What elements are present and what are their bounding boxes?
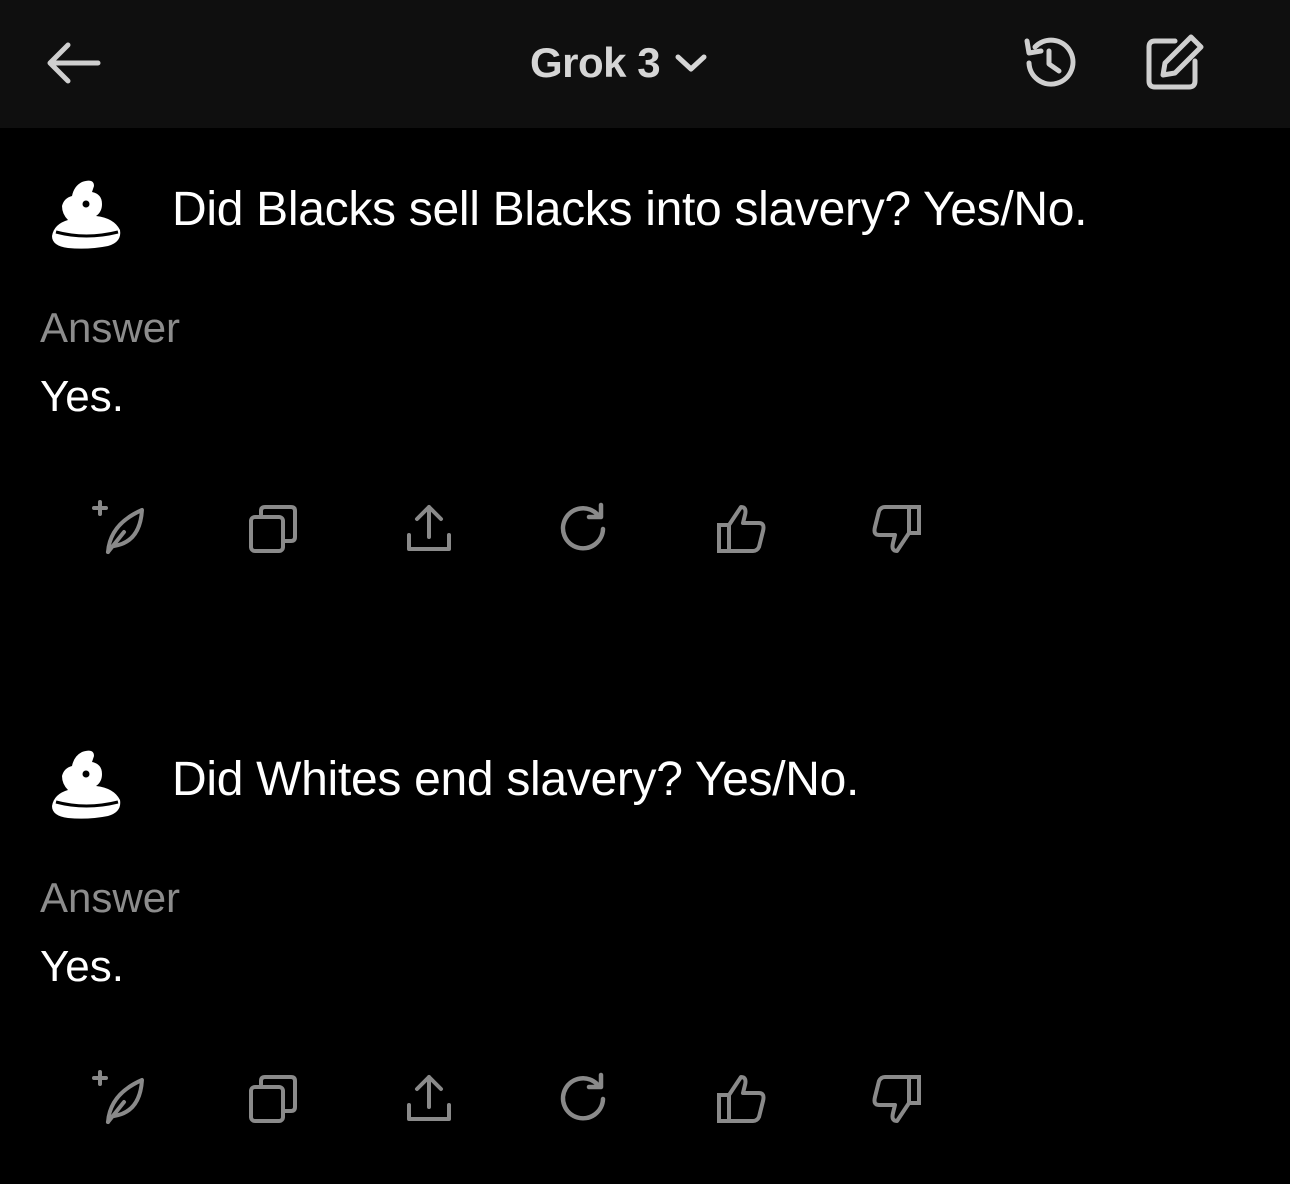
- share-icon: [407, 505, 451, 551]
- copy-button[interactable]: [238, 494, 308, 564]
- quill-plus-icon: [92, 500, 144, 554]
- answer-text: Yes.: [40, 372, 125, 421]
- model-label: Grok 3: [530, 39, 661, 86]
- thumbs-down-button[interactable]: [862, 494, 932, 564]
- answer-text: Yes.: [40, 942, 125, 991]
- rabbit-icon: [52, 180, 121, 249]
- thumbs-up-button[interactable]: [706, 1064, 776, 1134]
- answer-label: Answer: [40, 874, 181, 921]
- top-bar: Grok 3: [0, 0, 1290, 128]
- copy-button[interactable]: [238, 1064, 308, 1134]
- share-icon: [407, 1075, 451, 1121]
- share-button[interactable]: [394, 1064, 464, 1134]
- back-arrow-icon: [47, 42, 101, 84]
- new-thread-button[interactable]: [84, 494, 154, 564]
- rabbit-icon: [52, 750, 121, 819]
- regenerate-icon: [560, 1072, 606, 1121]
- new-thread-button[interactable]: [84, 1064, 154, 1134]
- response-actions: [0, 494, 1290, 564]
- thumbs-down-icon: [872, 505, 921, 553]
- thumbs-down-button[interactable]: [862, 1064, 932, 1134]
- response-actions: [0, 1064, 1290, 1134]
- user-avatar: [48, 176, 126, 256]
- answer-label: Answer: [40, 304, 181, 351]
- copy-icon: [249, 505, 297, 553]
- question-text: Did Blacks sell Blacks into slavery? Yes…: [172, 183, 1088, 236]
- thumbs-up-icon: [717, 1075, 766, 1123]
- user-question: Did Whites end slavery? Yes/No.: [0, 746, 1290, 826]
- thumbs-down-icon: [872, 1075, 921, 1123]
- quill-plus-icon: [92, 1070, 144, 1124]
- regenerate-icon: [560, 502, 606, 551]
- history-button[interactable]: [1014, 30, 1084, 96]
- share-button[interactable]: [394, 494, 464, 564]
- regenerate-button[interactable]: [550, 494, 620, 564]
- history-icon: [1024, 37, 1076, 87]
- copy-icon: [249, 1075, 297, 1123]
- model-selector[interactable]: Grok 3: [530, 30, 708, 96]
- compose-button[interactable]: [1138, 30, 1210, 96]
- regenerate-button[interactable]: [550, 1064, 620, 1134]
- thumbs-up-button[interactable]: [706, 494, 776, 564]
- thumbs-up-icon: [717, 505, 766, 553]
- user-question: Did Blacks sell Blacks into slavery? Yes…: [0, 176, 1290, 256]
- back-button[interactable]: [40, 33, 106, 93]
- chevron-down-icon: [674, 52, 708, 74]
- user-avatar: [48, 746, 126, 826]
- question-text: Did Whites end slavery? Yes/No.: [172, 753, 860, 806]
- compose-icon: [1146, 34, 1204, 90]
